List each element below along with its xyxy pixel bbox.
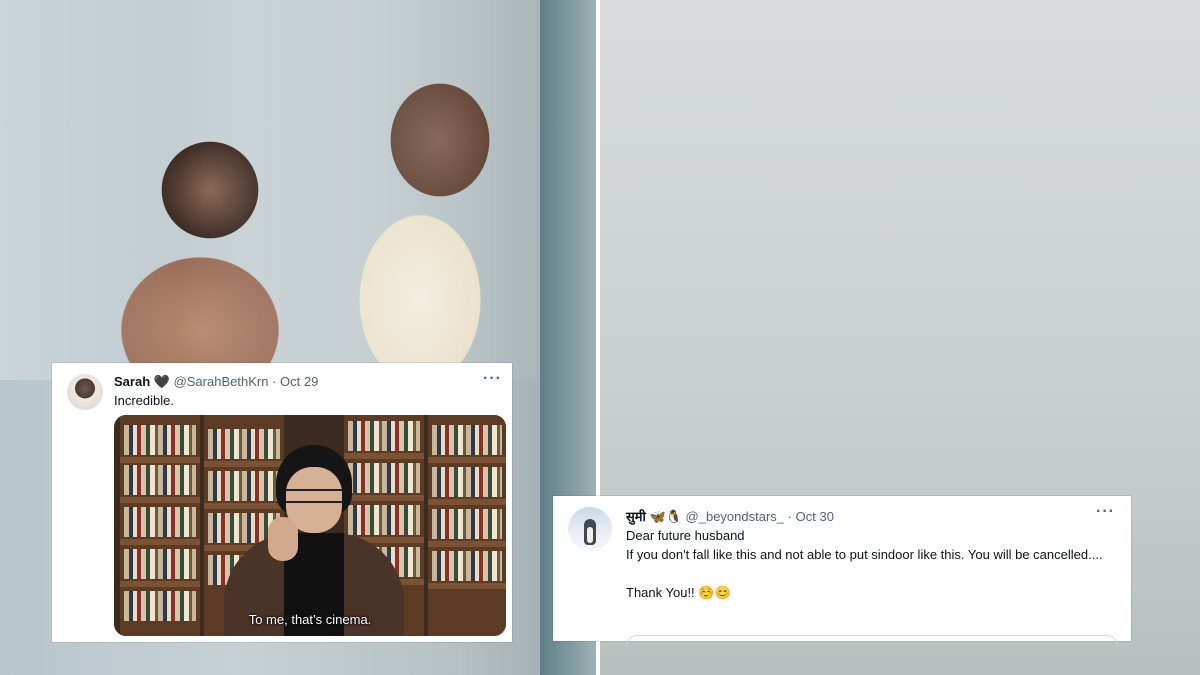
tweet-header: Sarah 🖤 @SarahBethKrn · Oct 29 [114,374,318,390]
glasses-icon [286,489,342,503]
tweet-date[interactable]: Oct 30 [796,509,834,524]
display-name[interactable]: Sarah 🖤 [114,374,170,389]
separator: · [272,374,277,389]
tweet-text: Dear future husband If you don't fall li… [626,528,1103,600]
tweet-header: सुमी 🦋🐧 @_beyondstars_ · Oct 30 [626,507,834,525]
tweet-media-video[interactable]: To me, that’s cinema. [114,415,506,636]
display-name[interactable]: सुमी 🦋🐧 [626,509,682,524]
tweet-text: Incredible. [114,393,174,408]
speaker-figure [224,445,404,636]
tweet-card-sarah[interactable]: Sarah 🖤 @SarahBethKrn · Oct 29 ··· Incre… [52,363,512,642]
curtain-backdrop [0,0,596,380]
bookshelf [120,415,200,636]
tweet-date[interactable]: Oct 29 [280,374,318,389]
user-handle[interactable]: @_beyondstars_ [686,509,784,524]
tweet-card-sumi[interactable]: सुमी 🦋🐧 @_beyondstars_ · Oct 30 ··· Dear… [553,496,1131,646]
user-handle[interactable]: @SarahBethKrn [174,374,269,389]
separator: · [787,509,792,524]
quoted-tweet-edge[interactable] [626,635,1118,646]
bookshelf [428,415,506,636]
more-options-icon[interactable]: ··· [1096,503,1115,521]
avatar[interactable] [568,507,612,551]
avatar[interactable] [67,374,103,410]
video-subtitle: To me, that’s cinema. [248,612,372,627]
more-options-icon[interactable]: ··· [483,370,502,388]
